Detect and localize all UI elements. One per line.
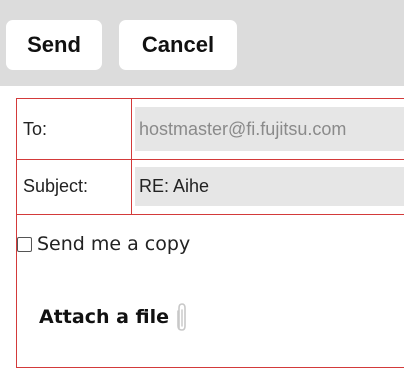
paperclip-icon[interactable]: [175, 302, 189, 332]
cancel-button[interactable]: Cancel: [119, 20, 237, 70]
to-label: To:: [17, 99, 132, 159]
subject-field[interactable]: RE: Aihe: [135, 167, 404, 206]
to-field[interactable]: hostmaster@fi.fujitsu.com: [135, 107, 404, 151]
subject-row: Subject: RE: Aihe: [17, 159, 404, 215]
send-copy-checkbox[interactable]: [17, 236, 32, 252]
attach-file-option[interactable]: Attach a file: [39, 297, 189, 337]
toolbar: Send Cancel: [0, 0, 404, 86]
send-copy-label: Send me a copy: [37, 233, 191, 255]
send-button[interactable]: Send: [6, 20, 102, 70]
compose-form: To: hostmaster@fi.fujitsu.com Subject: R…: [16, 98, 404, 368]
to-row: To: hostmaster@fi.fujitsu.com: [17, 99, 404, 160]
attach-file-label: Attach a file: [39, 306, 170, 328]
send-copy-option[interactable]: Send me a copy: [17, 231, 190, 257]
subject-label: Subject:: [17, 159, 132, 214]
